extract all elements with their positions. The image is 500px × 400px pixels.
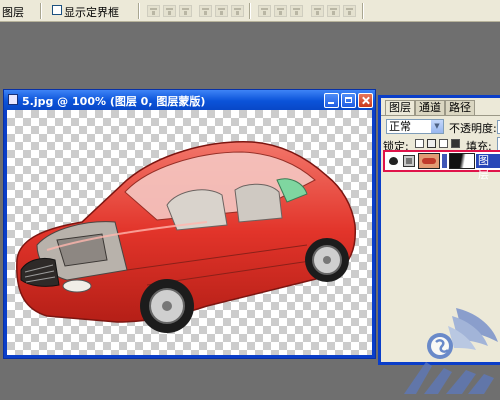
show-transform-controls-checkbox[interactable] <box>52 5 62 15</box>
distribute-top-button[interactable] <box>258 5 271 17</box>
separator <box>362 3 364 19</box>
align-bottom-button[interactable] <box>179 5 192 17</box>
dropdown-arrow-icon: ▼ <box>431 120 443 133</box>
watermark-logo <box>404 308 498 394</box>
options-bar: 图层 显示定界框 <box>0 0 500 22</box>
engine-block <box>56 233 108 267</box>
lock-icon[interactable] <box>451 139 460 148</box>
lock-image-button[interactable] <box>427 139 436 148</box>
lock-transparency-button[interactable] <box>415 139 424 148</box>
document-titlebar[interactable]: 5.jpg @ 100% (图层 0, 图层蒙版) <box>4 90 375 110</box>
headlight <box>62 279 92 293</box>
layer-name[interactable]: 图层 <box>476 154 500 181</box>
show-transform-controls-label: 显示定界框 <box>64 6 119 19</box>
minimize-icon[interactable] <box>324 93 339 108</box>
separator <box>249 3 251 19</box>
align-hcenter-button[interactable] <box>215 5 228 17</box>
panel-tabs: 图层 通道 路径 <box>381 100 500 116</box>
distribute-hcenter-button[interactable] <box>327 5 340 17</box>
chain-icon[interactable] <box>442 154 447 168</box>
close-icon[interactable] <box>358 93 373 108</box>
align-top-button[interactable] <box>147 5 160 17</box>
layer-row[interactable]: 图层 <box>383 150 500 181</box>
tab-channels[interactable]: 通道 <box>415 100 445 115</box>
separator <box>138 3 140 19</box>
mask-thumbnail[interactable] <box>449 153 475 169</box>
eye-icon[interactable] <box>389 157 398 165</box>
distribute-right-button[interactable] <box>343 5 356 17</box>
tab-layers[interactable]: 图层 <box>385 100 415 116</box>
car-rear-seats <box>234 183 283 223</box>
front-hub <box>162 301 172 311</box>
tab-divider <box>381 115 500 116</box>
car-cutaway-illustration <box>16 141 357 333</box>
tab-paths[interactable]: 路径 <box>445 100 475 115</box>
align-right-button[interactable] <box>231 5 244 17</box>
layer-label: 图层 <box>2 6 24 19</box>
opacity-label: 不透明度: <box>449 122 497 135</box>
document-title: 5.jpg @ 100% (图层 0, 图层蒙版) <box>22 95 206 108</box>
blend-mode-select[interactable]: 正常 ▼ <box>386 119 444 134</box>
align-vcenter-button[interactable] <box>163 5 176 17</box>
image-canvas[interactable] <box>7 110 372 355</box>
link-icon[interactable] <box>403 155 415 167</box>
layer-thumbnail[interactable] <box>418 153 440 169</box>
distribute-bottom-button[interactable] <box>290 5 303 17</box>
blend-mode-value: 正常 <box>389 120 411 133</box>
rear-hub <box>323 256 331 264</box>
document-icon <box>8 94 18 105</box>
document-window: 5.jpg @ 100% (图层 0, 图层蒙版) <box>3 89 376 359</box>
distribute-vcenter-button[interactable] <box>274 5 287 17</box>
separator <box>40 3 42 19</box>
lock-position-button[interactable] <box>439 139 448 148</box>
align-left-button[interactable] <box>199 5 212 17</box>
distribute-left-button[interactable] <box>311 5 324 17</box>
maximize-icon[interactable] <box>341 93 356 108</box>
